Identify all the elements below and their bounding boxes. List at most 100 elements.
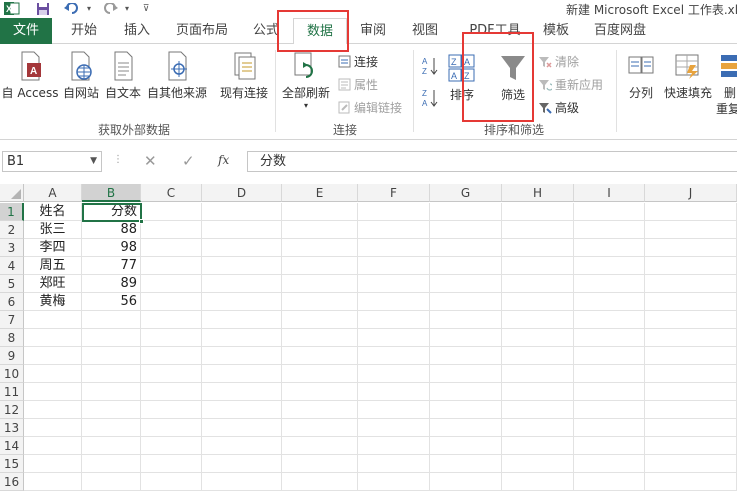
cell-c3[interactable] xyxy=(141,239,202,257)
row-header-11[interactable]: 11 xyxy=(0,383,24,401)
cell-a3[interactable]: 李四 xyxy=(24,239,82,257)
cell-c16[interactable] xyxy=(141,473,202,491)
cell-c6[interactable] xyxy=(141,293,202,311)
cell-j7[interactable] xyxy=(645,311,737,329)
cell-f16[interactable] xyxy=(358,473,430,491)
cell-b16[interactable] xyxy=(82,473,141,491)
cell-g9[interactable] xyxy=(430,347,502,365)
cell-i8[interactable] xyxy=(574,329,645,347)
cell-c12[interactable] xyxy=(141,401,202,419)
cell-e9[interactable] xyxy=(282,347,358,365)
cell-j15[interactable] xyxy=(645,455,737,473)
cell-c1[interactable] xyxy=(141,203,202,221)
cell-c9[interactable] xyxy=(141,347,202,365)
cell-c11[interactable] xyxy=(141,383,202,401)
cell-j2[interactable] xyxy=(645,221,737,239)
tab-review[interactable]: 审阅 xyxy=(350,18,396,44)
connections-button[interactable]: 连接 xyxy=(337,53,378,70)
cell-b8[interactable] xyxy=(82,329,141,347)
cell-c2[interactable] xyxy=(141,221,202,239)
cell-j13[interactable] xyxy=(645,419,737,437)
cell-e10[interactable] xyxy=(282,365,358,383)
column-header-i[interactable]: I xyxy=(574,184,645,202)
cell-i16[interactable] xyxy=(574,473,645,491)
cell-a6[interactable]: 黄梅 xyxy=(24,293,82,311)
cell-c7[interactable] xyxy=(141,311,202,329)
cell-f11[interactable] xyxy=(358,383,430,401)
cell-h9[interactable] xyxy=(502,347,574,365)
tab-template[interactable]: 模板 xyxy=(534,18,578,44)
cell-j9[interactable] xyxy=(645,347,737,365)
cell-b3[interactable]: 98 xyxy=(82,239,141,257)
cell-g3[interactable] xyxy=(430,239,502,257)
worksheet-grid[interactable]: ABCDEFGHIJ 1 2 3 4 5 6 7 8 9 10 11 12 13 14 15 16 姓名 分数张… xyxy=(0,184,737,491)
cell-g5[interactable] xyxy=(430,275,502,293)
cell-g14[interactable] xyxy=(430,437,502,455)
cell-d3[interactable] xyxy=(202,239,282,257)
from-access-button[interactable]: A 自 Access xyxy=(2,50,58,101)
enter-icon[interactable]: ✓ xyxy=(182,152,195,170)
row-header-5[interactable]: 5 xyxy=(0,275,24,293)
cell-c14[interactable] xyxy=(141,437,202,455)
row-header-8[interactable]: 8 xyxy=(0,329,24,347)
cell-i5[interactable] xyxy=(574,275,645,293)
cell-d13[interactable] xyxy=(202,419,282,437)
cell-i15[interactable] xyxy=(574,455,645,473)
cell-a4[interactable]: 周五 xyxy=(24,257,82,275)
cell-j11[interactable] xyxy=(645,383,737,401)
cell-a5[interactable]: 郑旺 xyxy=(24,275,82,293)
cell-i11[interactable] xyxy=(574,383,645,401)
column-header-b[interactable]: B xyxy=(82,184,141,202)
cell-e15[interactable] xyxy=(282,455,358,473)
flash-fill-button[interactable]: 快速填充 xyxy=(662,50,714,101)
tab-home[interactable]: 开始 xyxy=(58,18,110,44)
cell-h15[interactable] xyxy=(502,455,574,473)
cell-b4[interactable]: 77 xyxy=(82,257,141,275)
cell-d7[interactable] xyxy=(202,311,282,329)
cell-h7[interactable] xyxy=(502,311,574,329)
cell-g12[interactable] xyxy=(430,401,502,419)
cell-b5[interactable]: 89 xyxy=(82,275,141,293)
row-header-14[interactable]: 14 xyxy=(0,437,24,455)
cell-d12[interactable] xyxy=(202,401,282,419)
row-header-10[interactable]: 10 xyxy=(0,365,24,383)
cell-j5[interactable] xyxy=(645,275,737,293)
cell-c13[interactable] xyxy=(141,419,202,437)
cell-d10[interactable] xyxy=(202,365,282,383)
cell-e1[interactable] xyxy=(282,203,358,221)
cell-b2[interactable]: 88 xyxy=(82,221,141,239)
cell-f4[interactable] xyxy=(358,257,430,275)
sort-a-to-z-button[interactable]: AZ xyxy=(422,56,441,76)
cell-b9[interactable] xyxy=(82,347,141,365)
cell-d4[interactable] xyxy=(202,257,282,275)
cell-g10[interactable] xyxy=(430,365,502,383)
row-header-7[interactable]: 7 xyxy=(0,311,24,329)
cell-f8[interactable] xyxy=(358,329,430,347)
cell-e7[interactable] xyxy=(282,311,358,329)
cell-b10[interactable] xyxy=(82,365,141,383)
row-header-1[interactable]: 1 xyxy=(0,203,24,221)
redo-dropdown-icon[interactable]: ▾ xyxy=(122,0,132,17)
cell-a13[interactable] xyxy=(24,419,82,437)
chevron-down-icon[interactable]: ▼ xyxy=(90,152,97,171)
cell-g8[interactable] xyxy=(430,329,502,347)
row-header-13[interactable]: 13 xyxy=(0,419,24,437)
cell-d15[interactable] xyxy=(202,455,282,473)
cell-h11[interactable] xyxy=(502,383,574,401)
existing-connections-button[interactable]: 现有连接 xyxy=(218,50,270,101)
cell-h5[interactable] xyxy=(502,275,574,293)
cell-d2[interactable] xyxy=(202,221,282,239)
cell-e11[interactable] xyxy=(282,383,358,401)
row-header-2[interactable]: 2 xyxy=(0,221,24,239)
cell-g6[interactable] xyxy=(430,293,502,311)
cell-a9[interactable] xyxy=(24,347,82,365)
cell-g2[interactable] xyxy=(430,221,502,239)
row-header-16[interactable]: 16 xyxy=(0,473,24,491)
cell-e14[interactable] xyxy=(282,437,358,455)
cell-c15[interactable] xyxy=(141,455,202,473)
cell-d16[interactable] xyxy=(202,473,282,491)
cell-j4[interactable] xyxy=(645,257,737,275)
cell-b11[interactable] xyxy=(82,383,141,401)
cell-g1[interactable] xyxy=(430,203,502,221)
cell-j10[interactable] xyxy=(645,365,737,383)
